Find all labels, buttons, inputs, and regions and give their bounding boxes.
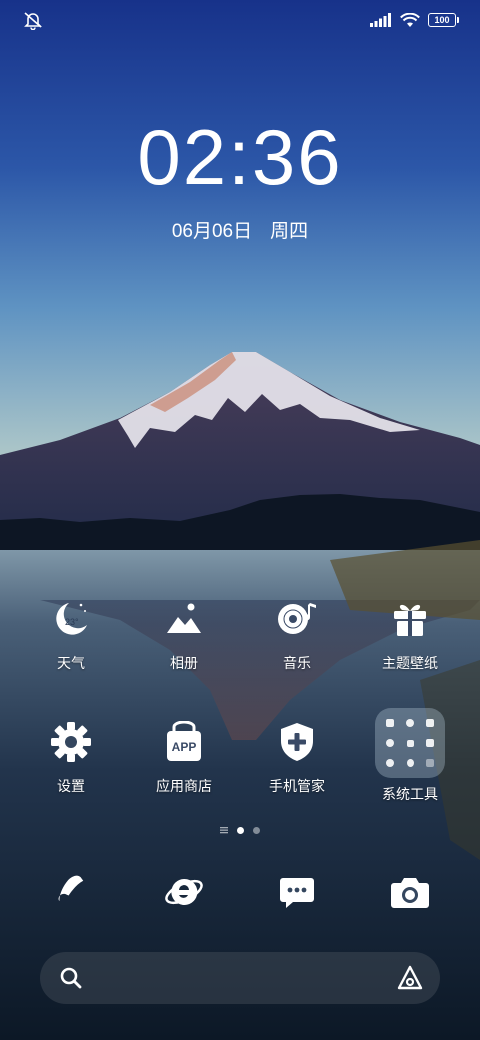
folder-icon: [375, 708, 445, 778]
camera-icon: [391, 878, 429, 908]
dock-messages[interactable]: [272, 867, 322, 917]
cellular-signal-icon: [370, 13, 391, 27]
gallery-icon: [162, 597, 206, 641]
lock-clock: 02:36: [137, 113, 343, 201]
app-settings[interactable]: 设置: [15, 720, 127, 796]
app-theme[interactable]: 主题壁纸: [354, 597, 466, 673]
app-phone-manager[interactable]: 手机管家: [241, 720, 353, 796]
dock-phone[interactable]: [46, 867, 96, 917]
notifications-muted-icon: [22, 10, 44, 31]
page-dot[interactable]: [253, 826, 260, 834]
weekday-text: 周四: [270, 221, 309, 242]
weather-moon-icon: 23°: [49, 597, 93, 641]
shield-plus-icon: [275, 720, 319, 764]
search-bar[interactable]: [40, 952, 440, 1004]
lock-date: 06月06日 周四: [0, 216, 480, 243]
status-bar: 100: [0, 0, 480, 40]
search-icon[interactable]: [58, 965, 84, 991]
app-system-tools[interactable]: 系统工具: [354, 708, 466, 804]
phone-icon: [58, 875, 84, 902]
battery-level: 100: [434, 14, 450, 25]
app-store-icon: APP: [162, 720, 206, 764]
app-music[interactable]: 音乐: [241, 597, 353, 673]
app-label: 相册: [170, 655, 198, 671]
page-list-icon[interactable]: [220, 826, 228, 834]
app-label: 应用商店: [156, 778, 212, 794]
app-label: 音乐: [283, 655, 311, 671]
browser-icon: [165, 878, 203, 905]
battery-indicator: 100: [428, 13, 459, 27]
app-store[interactable]: APP 应用商店: [128, 720, 240, 796]
weather-temp: 23°: [65, 617, 79, 627]
music-disc-icon: [275, 597, 319, 641]
dock-camera[interactable]: [385, 867, 435, 917]
gear-icon: [49, 720, 93, 764]
app-gallery[interactable]: 相册: [128, 597, 240, 673]
page-indicator: [0, 826, 480, 834]
message-icon: [280, 878, 314, 908]
app-label: 天气: [57, 655, 85, 671]
wifi-icon: [400, 12, 420, 27]
dock-browser[interactable]: [159, 867, 209, 917]
app-label: 设置: [57, 778, 85, 794]
app-label: 主题壁纸: [382, 655, 438, 671]
page-dot-active[interactable]: [237, 826, 244, 834]
app-label: 系统工具: [382, 786, 438, 802]
app-store-badge: APP: [172, 740, 197, 754]
date-text: 06月06日: [171, 221, 253, 242]
app-label: 手机管家: [269, 778, 325, 794]
theme-gift-icon: [388, 597, 432, 641]
app-weather[interactable]: 23° 天气: [15, 597, 127, 673]
assistant-icon[interactable]: [396, 964, 424, 992]
